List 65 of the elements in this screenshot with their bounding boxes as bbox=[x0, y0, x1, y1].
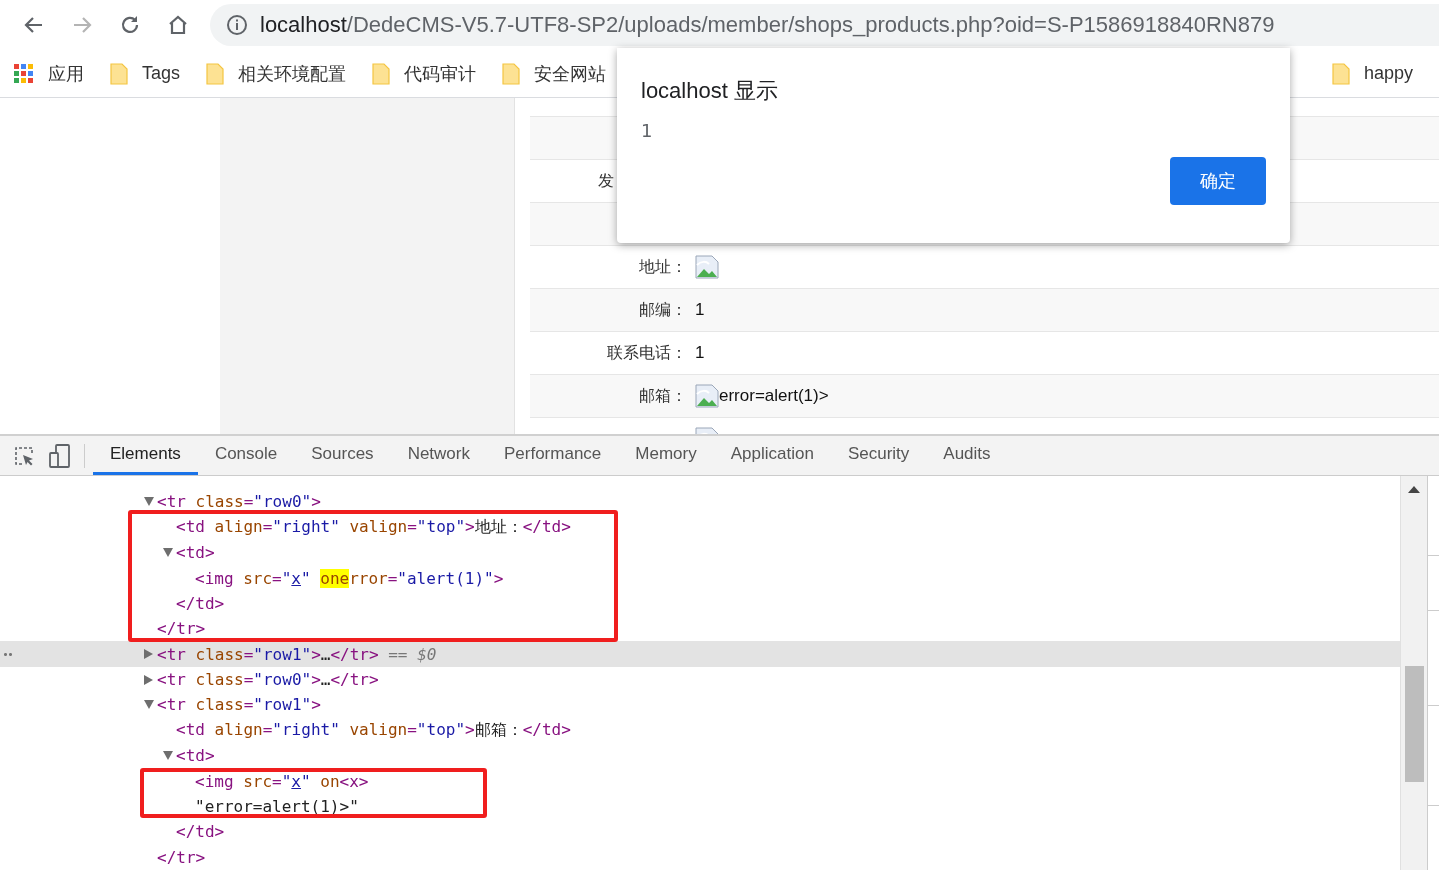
field-value: error=alert(1)> bbox=[719, 386, 829, 407]
link[interactable]: x bbox=[291, 568, 301, 588]
devtools-tab[interactable]: Elements bbox=[93, 436, 198, 476]
expanded-triangle-icon[interactable] bbox=[144, 497, 154, 507]
folder-icon bbox=[502, 62, 521, 85]
code-line: </td> bbox=[176, 593, 225, 613]
code-line: <tr class="row0">…</tr> bbox=[157, 670, 379, 690]
code-line: <tr class="row1"> bbox=[157, 695, 321, 715]
scrollbar-thumb[interactable] bbox=[1405, 666, 1424, 783]
device-toolbar-icon[interactable] bbox=[49, 443, 71, 468]
ellipsis-icon[interactable] bbox=[3, 652, 13, 656]
field-value: 1 bbox=[695, 300, 705, 321]
devtools-tab[interactable]: Performance bbox=[487, 436, 619, 476]
folder-icon bbox=[1331, 62, 1350, 85]
field-label: 发 bbox=[598, 170, 615, 192]
code-line: </td> bbox=[176, 822, 225, 842]
link[interactable]: x bbox=[291, 771, 301, 791]
devtools-tab[interactable]: Sources bbox=[294, 436, 391, 476]
code-line: <td> bbox=[176, 746, 215, 766]
address-bar[interactable]: localhost/DedeCMS-V5.7-UTF8-SP2/uploads/member/shops_products.php?oid=S-P1586918840RN879 bbox=[210, 4, 1439, 46]
code-line: <img src="x" onerror="alert(1)"> bbox=[195, 568, 504, 588]
code-line: <tr class="row1">…</tr> == $0 bbox=[157, 644, 437, 664]
code-line: <td align="right" valign="top">地址：</td> bbox=[176, 516, 571, 538]
apps-grid-icon bbox=[14, 63, 34, 84]
field-label: 地址： bbox=[638, 256, 687, 278]
devtools-tab[interactable]: Memory bbox=[618, 436, 714, 476]
inspect-icon[interactable] bbox=[13, 444, 35, 467]
bookmark-link[interactable]: happy bbox=[1363, 63, 1413, 85]
dialog-title: localhost 显示 bbox=[641, 77, 779, 105]
expanded-triangle-icon[interactable] bbox=[144, 700, 154, 710]
devtools-tab[interactable]: Audits bbox=[926, 436, 1008, 476]
folder-icon bbox=[110, 62, 128, 85]
url-text: localhost/DedeCMS-V5.7-UTF8-SP2/uploads/member/shops_products.php?oid=S-P1586918840RN879 bbox=[260, 12, 1275, 38]
devtools-tab[interactable]: Application bbox=[713, 436, 831, 476]
code-line: <img src="x" on<x> bbox=[195, 771, 369, 791]
ok-button[interactable]: 确定 bbox=[1170, 157, 1266, 205]
code-line: </tr> bbox=[157, 619, 206, 639]
devtools-tab[interactable]: Console bbox=[197, 436, 295, 476]
info-icon[interactable] bbox=[226, 14, 248, 36]
devtools-tab[interactable]: Network bbox=[390, 436, 487, 476]
field-value: 1 bbox=[695, 343, 705, 364]
bookmark-link[interactable]: Tags bbox=[142, 63, 181, 85]
collapsed-triangle-icon[interactable] bbox=[144, 674, 153, 685]
expanded-triangle-icon[interactable] bbox=[163, 548, 173, 558]
bookmark-link[interactable]: 代码审计 bbox=[404, 61, 477, 86]
folder-icon bbox=[206, 62, 225, 85]
code-line: <tr class="row0"> bbox=[157, 492, 321, 512]
dialog-message: 1 bbox=[641, 120, 653, 141]
devtools-tab[interactable]: Security bbox=[830, 436, 927, 476]
scroll-up-icon[interactable] bbox=[1408, 486, 1420, 494]
folder-icon bbox=[372, 62, 391, 85]
bookmark-link[interactable]: 相关环境配置 bbox=[238, 61, 347, 86]
selected-tree-row[interactable]: <tr class="row1">…</tr> == $0 bbox=[0, 641, 1400, 667]
code-line: <td align="right" valign="top">邮箱：</td> bbox=[176, 719, 571, 741]
expanded-triangle-icon[interactable] bbox=[163, 751, 173, 761]
code-line: </tr> bbox=[157, 847, 206, 867]
scrollbar[interactable] bbox=[1400, 476, 1427, 870]
field-label: 邮箱： bbox=[638, 385, 687, 407]
bookmark-link[interactable]: 安全网站 bbox=[534, 61, 607, 86]
code-line: <td> bbox=[176, 543, 215, 563]
code-line: "error=alert(1)>" bbox=[195, 797, 359, 816]
field-label: 邮编： bbox=[638, 299, 687, 321]
field-label: 联系电话： bbox=[606, 342, 687, 364]
collapsed-triangle-icon[interactable] bbox=[144, 649, 153, 660]
bookmark-link[interactable]: 应用 bbox=[48, 61, 84, 86]
